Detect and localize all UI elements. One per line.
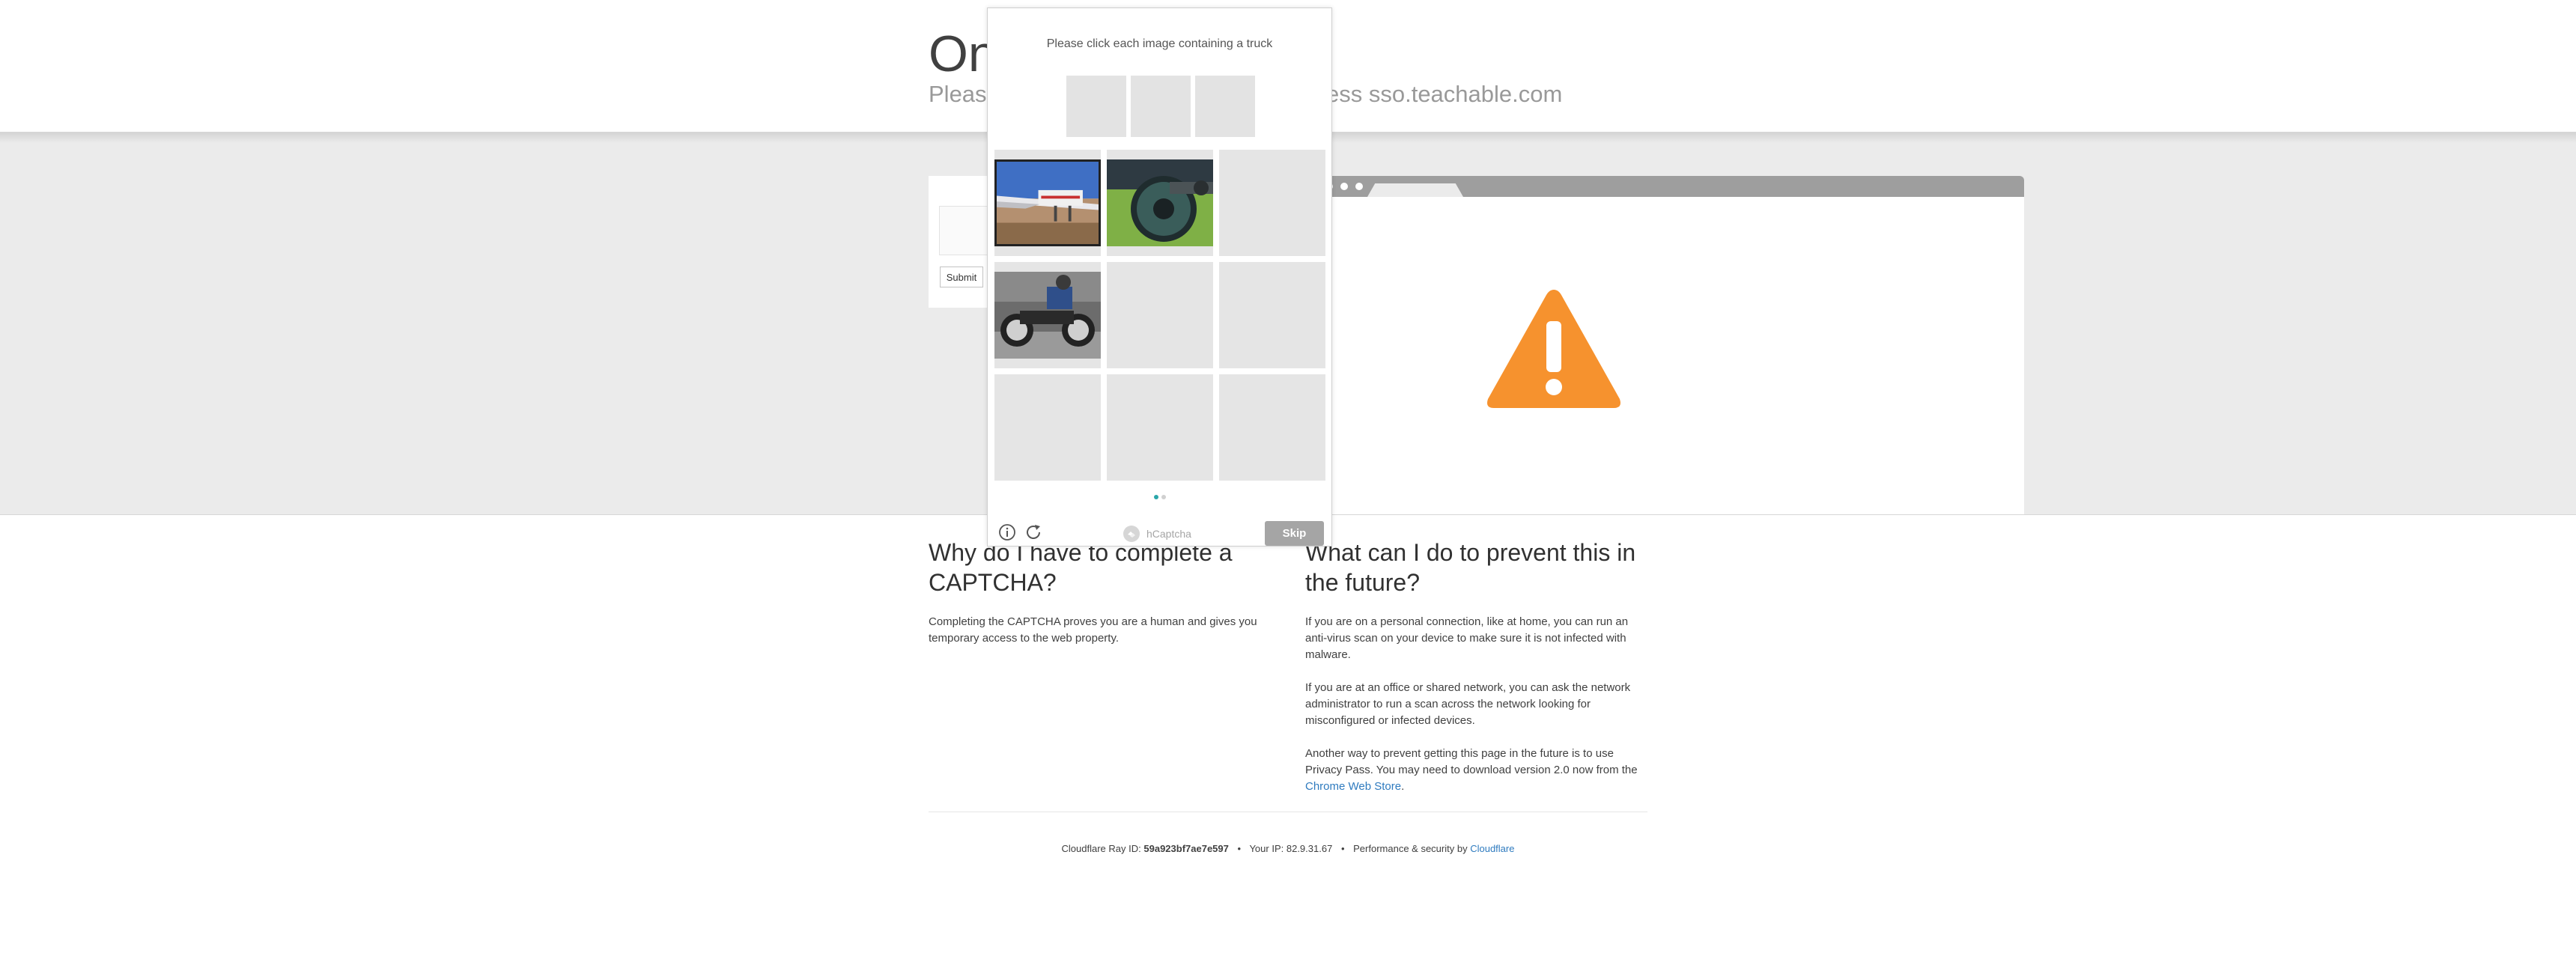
airplane-photo <box>994 159 1101 246</box>
browser-dot <box>1355 183 1363 190</box>
image-grid <box>994 150 1325 481</box>
grid-cell-9[interactable] <box>1219 374 1325 481</box>
browser-body <box>1318 197 2024 514</box>
hcaptcha-logo-icon <box>1123 526 1140 542</box>
ray-id-value: 59a923bf7ae7e597 <box>1143 843 1229 854</box>
grid-cell-6[interactable] <box>1219 262 1325 368</box>
footer-separator: • <box>1340 843 1345 854</box>
example-image <box>1131 76 1191 137</box>
privacy-pass-text: Another way to prevent getting this page… <box>1305 747 1638 776</box>
privacy-pass-end: . <box>1401 780 1405 793</box>
prevent-text-privacy-pass: Another way to prevent getting this page… <box>1305 746 1650 795</box>
prevent-text-network: If you are at an office or shared networ… <box>1305 681 1631 727</box>
motorcycle-wheel-photo <box>1107 159 1213 246</box>
hcaptcha-challenge: Please click each image containing a tru… <box>987 7 1332 547</box>
grid-cell-7[interactable] <box>994 374 1101 481</box>
info-icon[interactable] <box>998 523 1016 541</box>
refresh-icon[interactable] <box>1024 523 1043 542</box>
why-captcha-text: Completing the CAPTCHA proves you are a … <box>929 615 1257 645</box>
why-captcha-section: Why do I have to complete a CAPTCHA? Com… <box>929 538 1273 663</box>
page-indicator <box>1154 495 1176 499</box>
chrome-web-store-link[interactable]: Chrome Web Store <box>1305 780 1401 793</box>
ray-id-label: Cloudflare Ray ID: <box>1061 843 1141 854</box>
footer-separator: • <box>1237 843 1242 854</box>
page-subtitle-end: ccess sso.teachable.com <box>1303 81 1563 107</box>
example-image <box>1066 76 1126 137</box>
warning-icon <box>1487 290 1620 408</box>
hcaptcha-label: hCaptcha <box>1146 528 1191 540</box>
browser-tab <box>1367 183 1463 197</box>
prevent-heading: What can I do to prevent this in the fut… <box>1305 539 1636 596</box>
example-images <box>1066 76 1255 137</box>
grid-cell-8[interactable] <box>1107 374 1213 481</box>
submit-button[interactable]: Submit <box>940 267 983 287</box>
challenge-prompt: Please click each image containing a tru… <box>1046 37 1273 50</box>
page-dot-active <box>1154 495 1158 499</box>
grid-cell-2[interactable] <box>1107 150 1213 256</box>
skip-button[interactable]: Skip <box>1265 521 1324 546</box>
why-captcha-heading: Why do I have to complete a CAPTCHA? <box>929 539 1233 596</box>
grid-cell-4[interactable] <box>994 262 1101 368</box>
browser-illustration <box>1318 176 2024 514</box>
page-dot <box>1161 495 1166 499</box>
grid-cell-5[interactable] <box>1107 262 1213 368</box>
ip-label: Your IP: <box>1249 843 1284 854</box>
cloudflare-link[interactable]: Cloudflare <box>1470 843 1514 854</box>
prevent-text-antivirus: If you are on a personal connection, lik… <box>1305 615 1629 661</box>
ip-value: 82.9.31.67 <box>1286 843 1333 854</box>
cloudflare-footer: Cloudflare Ray ID: 59a923bf7ae7e597 • Yo… <box>929 843 1647 854</box>
prevent-section: What can I do to prevent this in the fut… <box>1305 538 1650 812</box>
grid-cell-3[interactable] <box>1219 150 1325 256</box>
example-image <box>1195 76 1255 137</box>
motorcycle-rider-photo <box>994 272 1101 359</box>
browser-title-bar <box>1318 176 2024 197</box>
challenge-footer: hCaptcha Skip <box>988 511 1331 546</box>
grid-cell-1[interactable] <box>994 150 1101 256</box>
browser-dot <box>1340 183 1348 190</box>
performance-label: Performance & security by <box>1353 843 1468 854</box>
